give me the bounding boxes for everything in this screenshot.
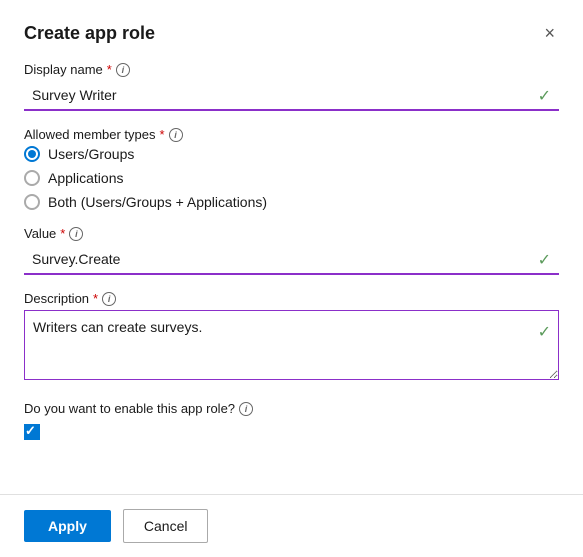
enable-checkbox-wrap: [24, 424, 559, 440]
enable-info-icon[interactable]: i: [239, 402, 253, 416]
allowed-member-types-label: Allowed member types * i: [24, 127, 559, 142]
radio-users[interactable]: [24, 146, 40, 162]
description-input-wrap: Writers can create surveys. ✓: [24, 310, 559, 385]
apply-button[interactable]: Apply: [24, 510, 111, 542]
value-group: Value * i ✓: [24, 226, 559, 275]
display-name-check-icon: ✓: [538, 86, 551, 106]
display-name-input[interactable]: [24, 81, 559, 111]
value-info-icon[interactable]: i: [69, 227, 83, 241]
value-check-icon: ✓: [538, 250, 551, 270]
radio-item-users[interactable]: Users/Groups: [24, 146, 559, 162]
description-check-icon: ✓: [538, 322, 551, 342]
value-input-wrap: ✓: [24, 245, 559, 275]
description-textarea[interactable]: Writers can create surveys.: [24, 310, 559, 380]
enable-section: Do you want to enable this app role? i: [24, 401, 559, 440]
display-name-input-wrap: ✓: [24, 81, 559, 111]
display-name-label: Display name * i: [24, 62, 559, 77]
required-star-3: *: [60, 226, 65, 241]
radio-applications[interactable]: [24, 170, 40, 186]
radio-both[interactable]: [24, 194, 40, 210]
description-group: Description * i Writers can create surve…: [24, 291, 559, 385]
radio-both-label: Both (Users/Groups + Applications): [48, 194, 267, 210]
dialog-body: Display name * i ✓ Allowed member types …: [0, 54, 583, 494]
required-star-4: *: [93, 291, 98, 306]
radio-group: Users/Groups Applications Both (Users/Gr…: [24, 146, 559, 210]
value-label: Value * i: [24, 226, 559, 241]
dialog-title: Create app role: [24, 23, 155, 44]
cancel-button[interactable]: Cancel: [123, 509, 209, 543]
required-star-2: *: [160, 127, 165, 142]
enable-checkbox[interactable]: [24, 424, 40, 440]
dialog-footer: Apply Cancel: [0, 494, 583, 557]
create-app-role-dialog: Create app role × Display name * i ✓ All…: [0, 0, 583, 557]
value-input[interactable]: [24, 245, 559, 275]
radio-users-label: Users/Groups: [48, 146, 134, 162]
display-name-info-icon[interactable]: i: [116, 63, 130, 77]
required-star: *: [107, 62, 112, 77]
radio-item-both[interactable]: Both (Users/Groups + Applications): [24, 194, 559, 210]
display-name-group: Display name * i ✓: [24, 62, 559, 111]
radio-item-applications[interactable]: Applications: [24, 170, 559, 186]
enable-label: Do you want to enable this app role? i: [24, 401, 559, 416]
close-button[interactable]: ×: [540, 20, 559, 46]
dialog-header: Create app role ×: [0, 0, 583, 54]
allowed-member-types-group: Allowed member types * i Users/Groups Ap…: [24, 127, 559, 210]
radio-applications-label: Applications: [48, 170, 124, 186]
description-label: Description * i: [24, 291, 559, 306]
description-info-icon[interactable]: i: [102, 292, 116, 306]
allowed-member-types-info-icon[interactable]: i: [169, 128, 183, 142]
